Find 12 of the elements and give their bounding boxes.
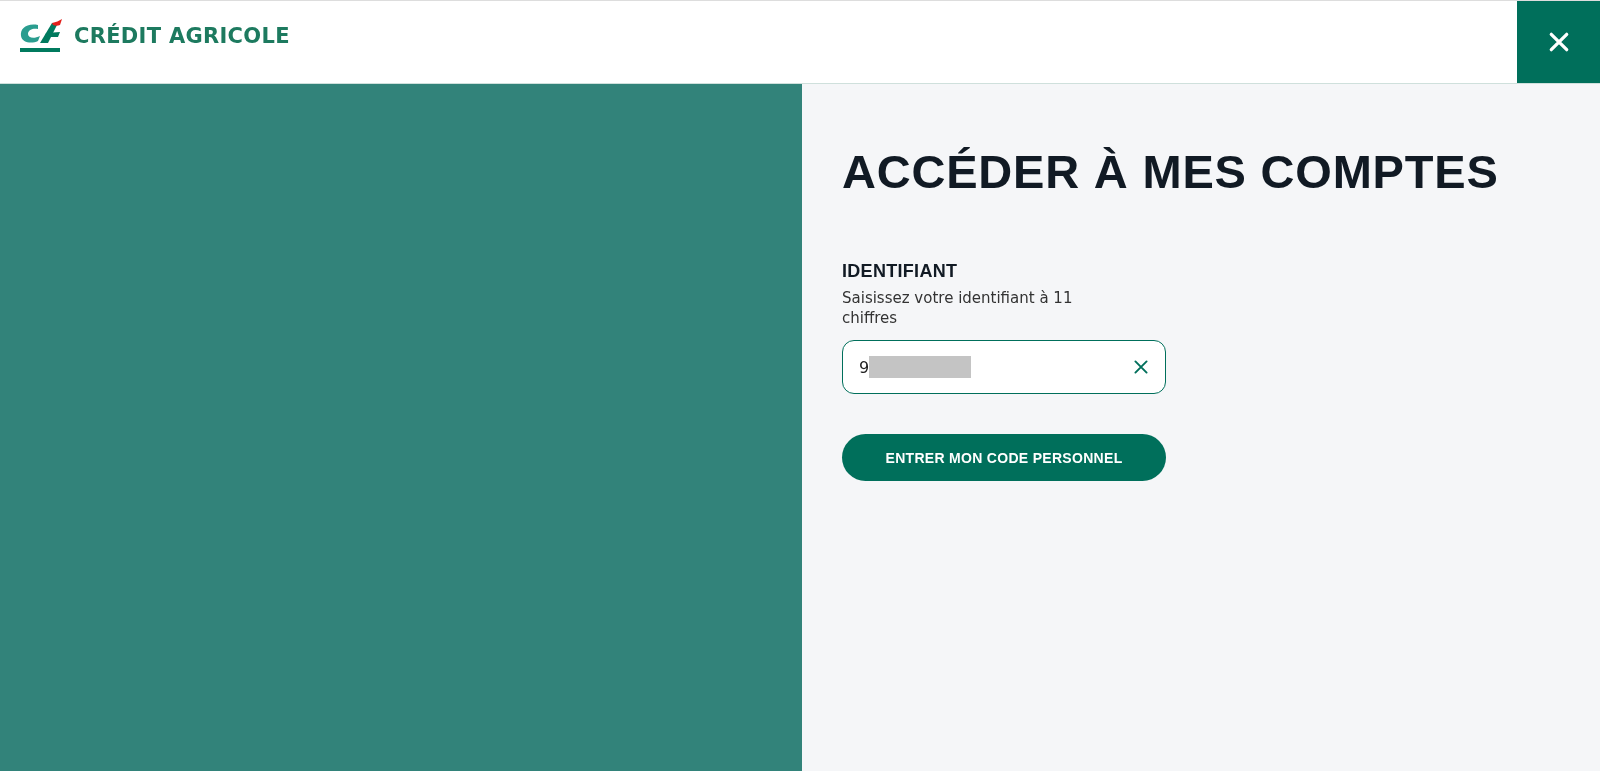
clear-icon	[1133, 359, 1149, 375]
clear-button[interactable]	[1133, 359, 1149, 375]
logo-icon	[18, 19, 64, 53]
field-label: IDENTIFIANT	[842, 261, 959, 282]
close-icon	[1547, 31, 1570, 53]
submit-button[interactable]: ENTRER MON CODE PERSONNEL	[842, 434, 1166, 481]
field-value: 9	[859, 357, 870, 377]
field-hint: Saisissez votre identifiant à 11 chiffres	[842, 288, 1074, 328]
page-title: ACCÉDER À MES COMPTES	[842, 144, 1500, 199]
close-button[interactable]	[1517, 1, 1600, 83]
identifier-field[interactable]: 9	[842, 340, 1166, 394]
brand-name: CRÉDIT AGRICOLE	[74, 24, 290, 48]
